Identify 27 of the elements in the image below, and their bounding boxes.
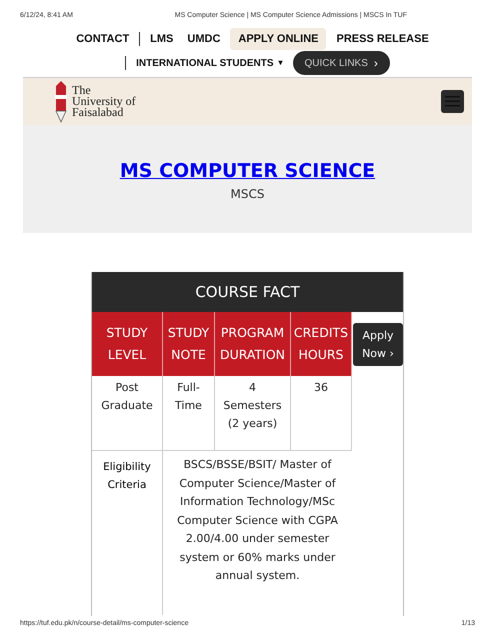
- table-cell: 36: [291, 376, 352, 450]
- menu-icon: [445, 96, 460, 107]
- pencil-tower-icon: [53, 80, 69, 122]
- caret-icon: ▾: [278, 57, 283, 69]
- international-students-dropdown[interactable]: INTERNATIONAL STUDENTS ▾: [134, 56, 285, 70]
- nav-link[interactable]: PRESS RELEASE: [332, 28, 433, 50]
- page-heading-link[interactable]: MS COMPUTER SCIENCE: [120, 159, 376, 183]
- table-title: COURSE FACT: [92, 272, 403, 312]
- nav-link[interactable]: UMDC: [183, 28, 224, 50]
- chevron-icon: ›: [374, 54, 378, 72]
- table-cell: Full-Time: [163, 376, 215, 450]
- menu-button[interactable]: [441, 90, 464, 113]
- logo-text: The University of Faisalabad: [72, 85, 136, 118]
- table-cell: Post Graduate: [92, 376, 163, 450]
- column-header: STUDY NOTE: [163, 312, 215, 376]
- nav-link[interactable]: CONTACT: [72, 28, 134, 50]
- column-header: STUDY LEVEL: [92, 312, 163, 376]
- program-code: MSCS: [230, 186, 264, 203]
- quick-links-button[interactable]: QUICK LINKS ›: [292, 51, 390, 75]
- apply-now-button[interactable]: Apply Now ›: [353, 323, 403, 366]
- table-cell: 4 Semesters (2 years): [215, 376, 291, 450]
- column-header: CREDITS HOURS: [291, 312, 352, 376]
- table-cell: Eligibility Criteria: [92, 451, 163, 615]
- column-header: PROGRAM DURATION: [215, 312, 291, 376]
- nav-link[interactable]: APPLY ONLINE: [230, 28, 326, 50]
- table-cell-text: BSCS/BSSE/BSIT/ Master of Computer Science/Master of Information Technology/MSc Computer Science with CGPA 2.00/4.00 under semester system or 60% marks under annual system.: [176, 457, 339, 584]
- nav-link[interactable]: LMS: [146, 28, 178, 50]
